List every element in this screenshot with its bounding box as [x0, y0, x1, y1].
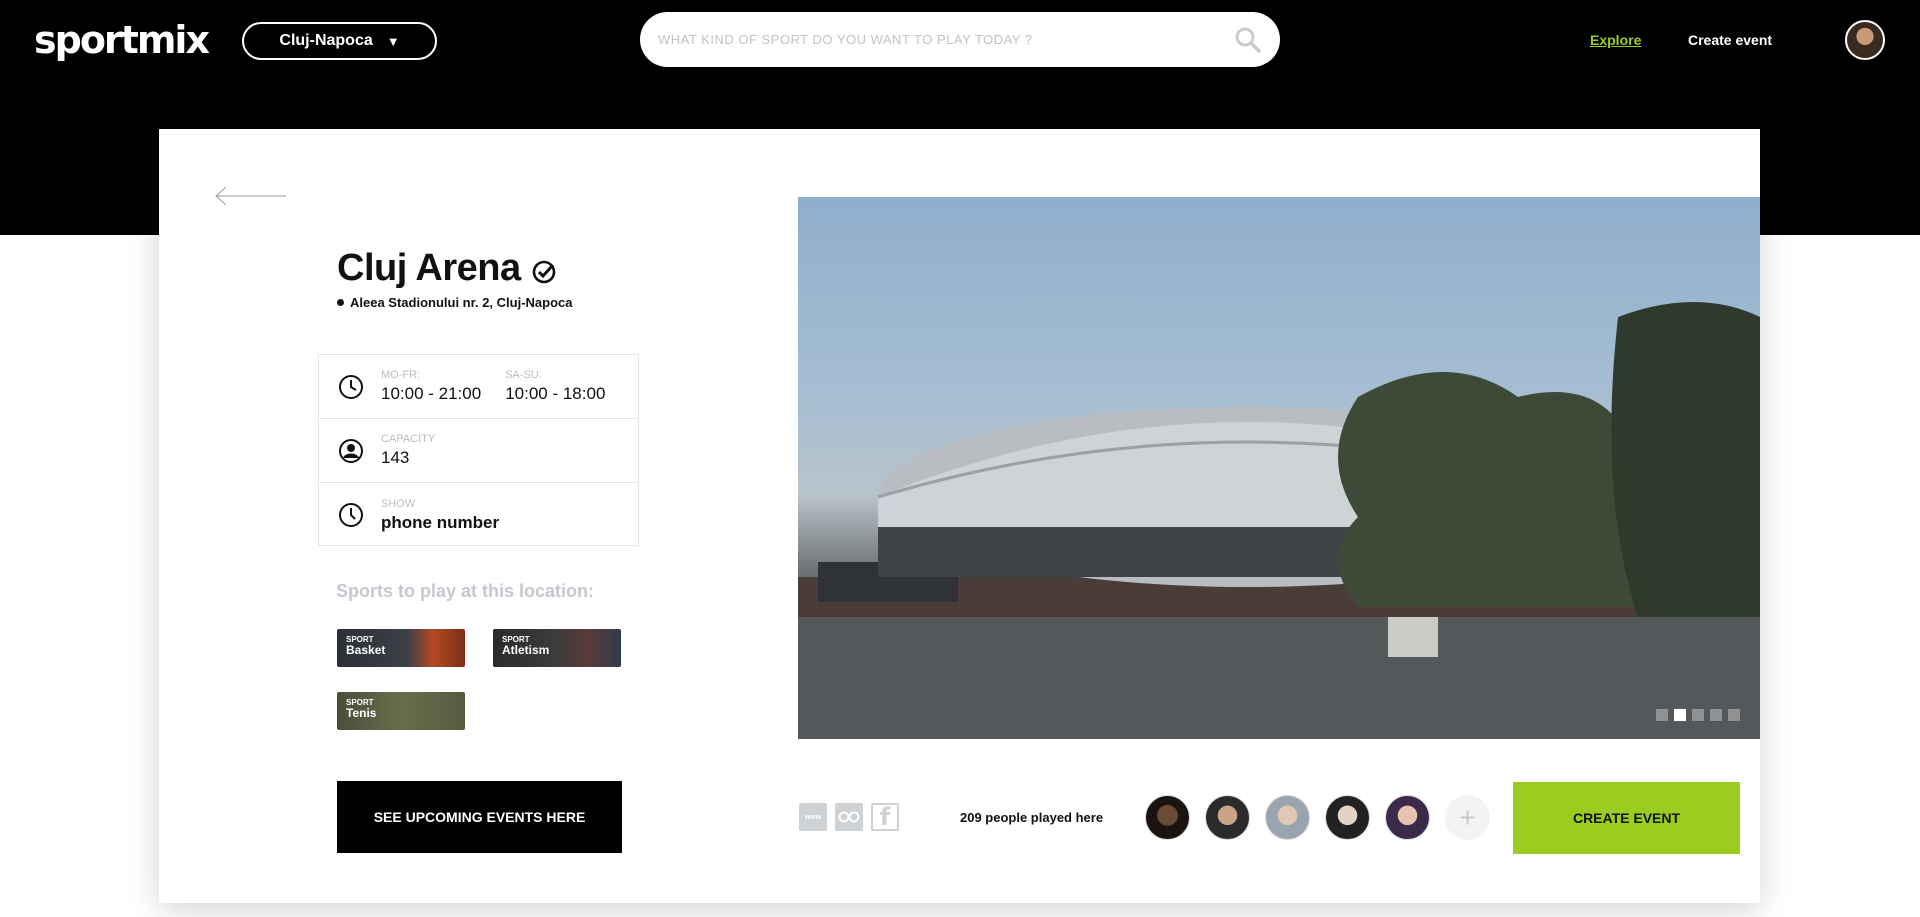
- city-selector-label: Cluj-Napoca: [279, 32, 373, 49]
- search-icon[interactable]: [1234, 26, 1262, 54]
- sport-tile-name: Basket: [346, 643, 386, 657]
- gallery-dot[interactable]: [1656, 709, 1668, 721]
- verified-check-icon: [532, 260, 555, 283]
- capacity-row: CAPACITY 143: [319, 419, 638, 483]
- weekday-hours-label: MO-FR:: [381, 369, 421, 381]
- people-played-count: 209 people played here: [960, 810, 1104, 825]
- venue-photo: [798, 197, 1760, 739]
- weekend-hours-value: 10:00 - 18:00: [505, 384, 606, 403]
- sport-tile-name: Atletism: [502, 643, 550, 657]
- tripadvisor-owl-icon: [838, 811, 860, 823]
- capacity: CAPACITY 143: [381, 433, 435, 468]
- venue-name: Cluj Arena: [337, 247, 521, 289]
- sport-tile-atletism[interactable]: SPORT Atletism: [493, 629, 621, 667]
- player-avatar[interactable]: [1325, 795, 1370, 840]
- sportmix-logo[interactable]: sportmix: [34, 16, 210, 64]
- weekend-hours-label: SA-SU:: [505, 369, 542, 381]
- stadium-illustration: [798, 302, 1760, 739]
- venue-title: Cluj Arena: [337, 247, 557, 290]
- capacity-label: CAPACITY: [381, 433, 436, 445]
- gallery-dot-active[interactable]: [1674, 709, 1686, 721]
- city-selector[interactable]: Cluj-Napoca ▼: [242, 22, 437, 60]
- search-bar: [640, 12, 1280, 67]
- player-avatar[interactable]: [1265, 795, 1310, 840]
- player-avatar[interactable]: [1385, 795, 1430, 840]
- weekend-hours: SA-SU: 10:00 - 18:00: [505, 369, 605, 404]
- search-input[interactable]: [658, 32, 1234, 47]
- sport-tile-name: Tenis: [346, 706, 377, 720]
- create-event-button[interactable]: CREATE EVENT: [1513, 782, 1740, 854]
- weekday-hours: MO-FR: 10:00 - 21:00: [381, 369, 481, 404]
- see-upcoming-events-button[interactable]: SEE UPCOMING EVENTS HERE: [337, 781, 622, 853]
- social-links: www f: [799, 803, 899, 831]
- add-player-button[interactable]: +: [1445, 795, 1490, 840]
- sport-tile-tenis[interactable]: SPORT Tenis: [337, 692, 465, 730]
- show-phone-number-link[interactable]: phone number: [381, 513, 499, 533]
- facebook-icon[interactable]: f: [871, 803, 899, 831]
- website-icon[interactable]: www: [799, 803, 827, 831]
- clock-icon: [339, 374, 363, 399]
- venue-address: Aleea Stadionului nr. 2, Cluj-Napoca: [337, 295, 573, 310]
- back-arrow-icon[interactable]: [214, 185, 288, 207]
- phone-icon: [339, 503, 363, 527]
- opening-hours-row: MO-FR: 10:00 - 21:00 SA-SU: 10:00 - 18:0…: [319, 355, 638, 419]
- gallery-pagination: [1656, 709, 1740, 721]
- nav-create-event-link[interactable]: Create event: [1688, 32, 1772, 48]
- weekday-hours-value: 10:00 - 21:00: [381, 384, 482, 403]
- venue-card: Cluj Arena Aleea Stadionului nr. 2, Cluj…: [159, 129, 1760, 903]
- sports-heading: Sports to play at this location:: [336, 581, 595, 601]
- player-avatar[interactable]: [1145, 795, 1190, 840]
- venue-info-box: MO-FR: 10:00 - 21:00 SA-SU: 10:00 - 18:0…: [318, 354, 639, 546]
- tripadvisor-icon[interactable]: [835, 803, 863, 831]
- gallery-dot[interactable]: [1710, 709, 1722, 721]
- location-dot-icon: [337, 299, 344, 306]
- caret-down-icon: ▼: [386, 33, 400, 49]
- gallery-dot[interactable]: [1692, 709, 1704, 721]
- nav-explore-link[interactable]: Explore: [1590, 32, 1641, 48]
- player-avatar[interactable]: [1205, 795, 1250, 840]
- phone: SHOW phone number: [381, 498, 499, 533]
- user-icon: [339, 438, 363, 463]
- gallery-dot[interactable]: [1728, 709, 1740, 721]
- capacity-value: 143: [381, 448, 410, 467]
- venue-address-text: Aleea Stadionului nr. 2, Cluj-Napoca: [350, 295, 573, 310]
- sport-tile-basket[interactable]: SPORT Basket: [337, 629, 465, 667]
- players-avatars: +: [1145, 795, 1490, 840]
- phone-label: SHOW: [381, 497, 416, 510]
- profile-avatar[interactable]: [1845, 20, 1885, 60]
- phone-row[interactable]: SHOW phone number: [319, 483, 638, 547]
